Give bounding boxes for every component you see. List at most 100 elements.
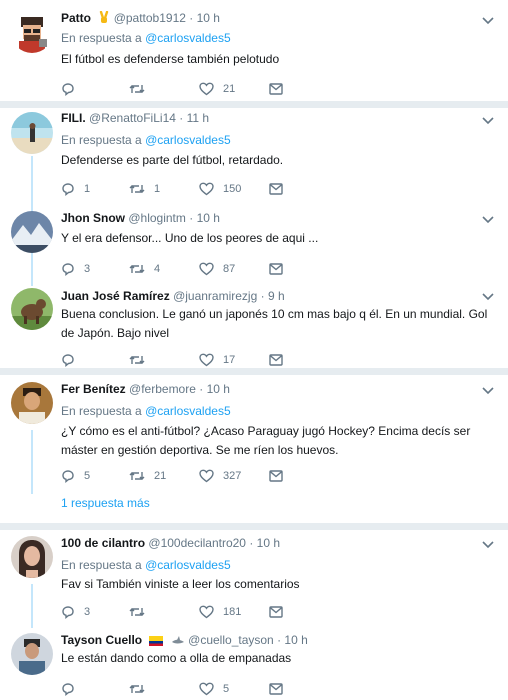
retweet-button[interactable]: [129, 680, 154, 698]
direct-message-button[interactable]: [269, 603, 283, 621]
user-handle[interactable]: @pattob1912: [114, 11, 186, 25]
display-name[interactable]: Fer Benítez: [61, 382, 126, 396]
like-button[interactable]: 21: [199, 80, 235, 98]
heart-icon: [199, 182, 214, 196]
reply-context: En respuesta a @carlosvaldes5: [61, 132, 231, 148]
envelope-icon: [269, 470, 283, 482]
display-name[interactable]: FILI.: [61, 111, 86, 125]
retweet-button[interactable]: 21: [129, 467, 166, 485]
chevron-down-icon[interactable]: [482, 16, 494, 26]
tweet-text-line: Buena conclusion. Le ganó un japonés 10 …: [61, 307, 488, 321]
avatar[interactable]: [11, 211, 53, 253]
chevron-down-icon[interactable]: [482, 540, 494, 550]
retweet-button[interactable]: [129, 351, 154, 369]
avatar[interactable]: [11, 536, 53, 578]
like-button[interactable]: 150: [199, 180, 241, 198]
retweet-icon: [129, 608, 145, 616]
reply-button[interactable]: 5: [61, 467, 90, 485]
avatar[interactable]: [11, 11, 53, 53]
like-button[interactable]: 87: [199, 260, 235, 278]
heart-icon: [199, 262, 214, 276]
timestamp[interactable]: 11 h: [187, 111, 209, 125]
tweet-jhon-snow[interactable]: Jhon Snow @hlogintm · 10 h Y el era defe…: [0, 204, 508, 284]
user-handle[interactable]: @hlogintm: [128, 211, 186, 225]
timestamp[interactable]: 10 h: [284, 633, 307, 647]
retweet-count: 21: [154, 470, 167, 482]
retweet-button[interactable]: 4: [129, 260, 160, 278]
user-handle[interactable]: @100decilantro20: [148, 536, 246, 550]
like-button[interactable]: 5: [199, 680, 229, 698]
reply-button[interactable]: [61, 351, 84, 369]
conversation-divider: [0, 368, 508, 375]
timestamp[interactable]: 10 h: [197, 11, 220, 25]
shark-icon: [171, 634, 185, 650]
reply-button[interactable]: 3: [61, 603, 90, 621]
retweet-button[interactable]: 1: [129, 180, 160, 198]
like-count: 150: [223, 183, 242, 195]
direct-message-button[interactable]: [269, 260, 283, 278]
reply-to-link[interactable]: @carlosvaldes5: [145, 558, 231, 572]
user-handle[interactable]: @cuello_tayson: [188, 633, 274, 647]
display-name[interactable]: Jhon Snow: [61, 211, 125, 225]
reply-count: 3: [84, 263, 91, 275]
reply-context: En respuesta a @carlosvaldes5: [61, 403, 231, 419]
tweet-juan-jose-ramirez[interactable]: Juan José Ramírez @juanramirezjg · 9 h B…: [0, 284, 508, 368]
user-handle[interactable]: @ferbemore: [129, 382, 196, 396]
timestamp[interactable]: 10 h: [257, 536, 280, 550]
reply-to-link[interactable]: @carlosvaldes5: [145, 133, 231, 147]
reply-button[interactable]: [61, 680, 84, 698]
retweet-count: 4: [154, 263, 161, 275]
avatar[interactable]: [11, 112, 53, 154]
user-handle[interactable]: @juanramirezjg: [173, 289, 257, 303]
tweet-100-de-cilantro[interactable]: 100 de cilantro @100decilantro20 · 10 h …: [0, 530, 508, 626]
reply-to-link[interactable]: @carlosvaldes5: [145, 404, 231, 418]
display-name[interactable]: Juan José Ramírez: [61, 289, 170, 303]
avatar[interactable]: [11, 288, 53, 330]
display-name[interactable]: 100 de cilantro: [61, 536, 145, 550]
chevron-down-icon[interactable]: [482, 116, 494, 126]
timestamp[interactable]: 10 h: [207, 382, 230, 396]
timestamp[interactable]: 10 h: [197, 211, 220, 225]
direct-message-button[interactable]: [269, 180, 283, 198]
avatar[interactable]: [11, 633, 53, 675]
direct-message-button[interactable]: [269, 467, 283, 485]
reply-count: 1: [84, 183, 91, 195]
tweet-fili[interactable]: FILI. @RenattoFiLi14 · 11 h En respuesta…: [0, 108, 508, 204]
display-name[interactable]: Tayson Cuello: [61, 633, 142, 647]
display-name[interactable]: Patto: [61, 11, 91, 25]
separator-dot: ·: [189, 11, 194, 25]
show-more-replies-link[interactable]: 1 respuesta más: [61, 496, 150, 510]
retweet-button[interactable]: [129, 603, 154, 621]
like-count: 17: [223, 354, 236, 366]
like-button[interactable]: 17: [199, 351, 235, 369]
tweet-tayson-cuello[interactable]: Tayson Cuello @cuello_tayson · 10 h Le e…: [0, 626, 508, 700]
chevron-down-icon[interactable]: [482, 215, 494, 225]
chevron-down-icon[interactable]: [482, 292, 494, 302]
tweet-actions: 21: [61, 80, 291, 98]
user-handle[interactable]: @RenattoFiLi14: [89, 111, 176, 125]
tweet-fer-benitez[interactable]: Fer Benítez @ferbemore · 10 h En respues…: [0, 375, 508, 523]
timestamp[interactable]: 9 h: [268, 289, 285, 303]
reply-prefix: En respuesta a: [61, 558, 142, 572]
retweet-button[interactable]: [129, 80, 154, 98]
colombia-flag-icon: [149, 634, 164, 646]
direct-message-button[interactable]: [269, 351, 283, 369]
chevron-down-icon[interactable]: [482, 386, 494, 396]
reply-icon: [62, 470, 74, 483]
reply-to-link[interactable]: @carlosvaldes5: [145, 31, 231, 45]
heart-icon: [199, 353, 214, 367]
like-button[interactable]: 181: [199, 603, 241, 621]
tweet-actions: 3 4 87: [61, 260, 291, 278]
reply-button[interactable]: 3: [61, 260, 90, 278]
tweet-patto[interactable]: Patto @pattob1912 · 10 h En respuesta a …: [0, 0, 508, 102]
reply-button[interactable]: 1: [61, 180, 90, 198]
reply-prefix: En respuesta a: [61, 31, 142, 45]
reply-prefix: En respuesta a: [61, 133, 142, 147]
separator-dot: ·: [189, 211, 194, 225]
direct-message-button[interactable]: [269, 680, 283, 698]
avatar[interactable]: [11, 382, 53, 424]
reply-button[interactable]: [61, 80, 84, 98]
like-button[interactable]: 327: [199, 467, 241, 485]
reply-feed: Patto @pattob1912 · 10 h En respuesta a …: [0, 0, 508, 700]
direct-message-button[interactable]: [269, 80, 283, 98]
